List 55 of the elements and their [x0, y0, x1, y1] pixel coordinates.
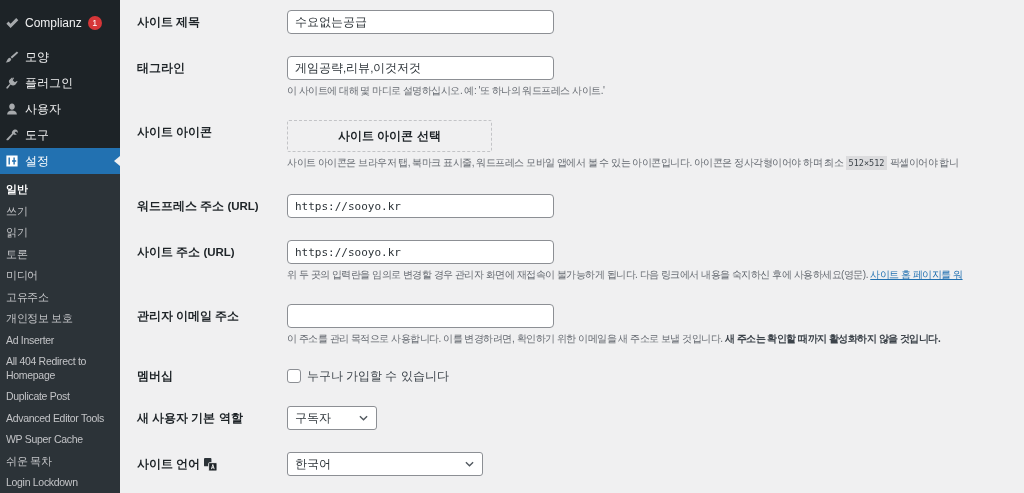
menu-item[interactable]: 사용자 — [0, 96, 120, 122]
text-field[interactable]: 게임공략,리뷰,이것저것 — [287, 56, 554, 80]
notification-badge: 1 — [87, 16, 102, 30]
current-pointer — [114, 156, 120, 166]
submenu-item[interactable]: 고유주소 — [0, 286, 120, 308]
dropdown[interactable]: 구독자 — [287, 406, 377, 430]
submenu-item[interactable]: 개인정보 보호 — [0, 308, 120, 330]
field-description: 위 두 곳의 입력란을 임의로 변경할 경우 관리자 화면에 재접속이 불가능하게 됩니다. 다음 링크에서 내용을 숙지하신 후에 사용하세요(영문). 사이트 홈 페이지를 워 — [287, 268, 964, 282]
text-field[interactable]: 수요없는공급 — [287, 10, 554, 34]
plug-icon — [5, 76, 19, 90]
menu-item[interactable]: 플러그인 — [0, 70, 120, 96]
setting-label: 새 사용자 기본 역할 — [137, 411, 243, 426]
setting-label: 사이트 주소 (URL) — [137, 245, 235, 260]
menu-item[interactable]: 도구 — [0, 122, 120, 148]
chevron-icon — [359, 415, 368, 421]
submenu-item[interactable]: 쓰기 — [0, 200, 120, 222]
user-icon — [5, 102, 19, 116]
checkbox[interactable] — [287, 369, 301, 383]
help-link[interactable]: 사이트 홈 페이지를 워 — [870, 269, 963, 280]
setting-label: 사이트 언어 — [137, 457, 201, 472]
code-chip: 512×512 — [845, 156, 888, 170]
chevron-icon — [465, 461, 474, 467]
field-description: 사이트 아이콘은 브라우저 탭, 북마크 표시줄, 워드프레스 모바일 앱에서 볼 수 있는 아이콘입니다. 아이콘은 정사각형이어야 하며 최소 512×512 픽셀이어야 합니 — [287, 156, 960, 170]
submenu-item[interactable]: 미디어 — [0, 265, 120, 287]
text-field[interactable]: https://sooyo.kr — [287, 240, 554, 264]
brush-icon — [5, 50, 19, 64]
setting-label: 멤버십 — [137, 369, 173, 384]
setting-label: 관리자 이메일 주소 — [137, 309, 240, 324]
text-field[interactable]: https://sooyo.kr — [287, 194, 554, 218]
text-field[interactable] — [287, 304, 554, 328]
submenu-item[interactable]: Login Lockdown — [0, 472, 120, 493]
dropdown[interactable]: 한국어 — [287, 452, 483, 476]
submenu-item[interactable]: 쉬운 목차 — [0, 450, 120, 472]
submenu-item[interactable]: 읽기 — [0, 222, 120, 244]
wrench-icon — [5, 128, 19, 142]
setting-label: 사이트 제목 — [137, 15, 201, 30]
checkbox-label: 누구나 가입할 수 있습니다 — [307, 368, 449, 384]
submenu-item[interactable]: 토론 — [0, 243, 120, 265]
menu-item[interactable]: 설정 — [0, 148, 120, 174]
submenu-item[interactable]: 일반 — [0, 179, 120, 201]
field-description: 이 사이트에 대해 몇 마디로 설명하십시오. 예: '또 하나의 워드프레스 사이트.' — [287, 84, 606, 98]
check-icon — [5, 16, 19, 30]
submenu-item[interactable]: Ad Inserter — [0, 329, 120, 351]
submenu-item[interactable]: Duplicate Post — [0, 386, 120, 408]
menu-item[interactable]: Complianz 1 — [0, 10, 120, 36]
setting-label: 워드프레스 주소 (URL) — [137, 199, 259, 214]
field-description: 이 주소를 관리 목적으로 사용합니다. 이를 변경하려면, 확인하기 위한 이메일을 새 주소로 보낼 것입니다. 새 주소는 확인할 때까지 활성화하지 않을 것입니다. — [287, 332, 942, 346]
submenu-item[interactable]: WP Super Cache — [0, 429, 120, 451]
setting-label: 태그라인 — [137, 61, 185, 76]
menu-item[interactable]: 모양 — [0, 44, 120, 70]
settings-icon — [5, 154, 19, 168]
setting-label: 사이트 아이콘 — [137, 125, 213, 140]
submenu-item[interactable]: All 404 Redirect to Homepage — [0, 351, 120, 386]
select-icon-button[interactable]: 사이트 아이콘 선택 — [287, 120, 492, 152]
submenu-item[interactable]: Advanced Editor Tools — [0, 407, 120, 429]
